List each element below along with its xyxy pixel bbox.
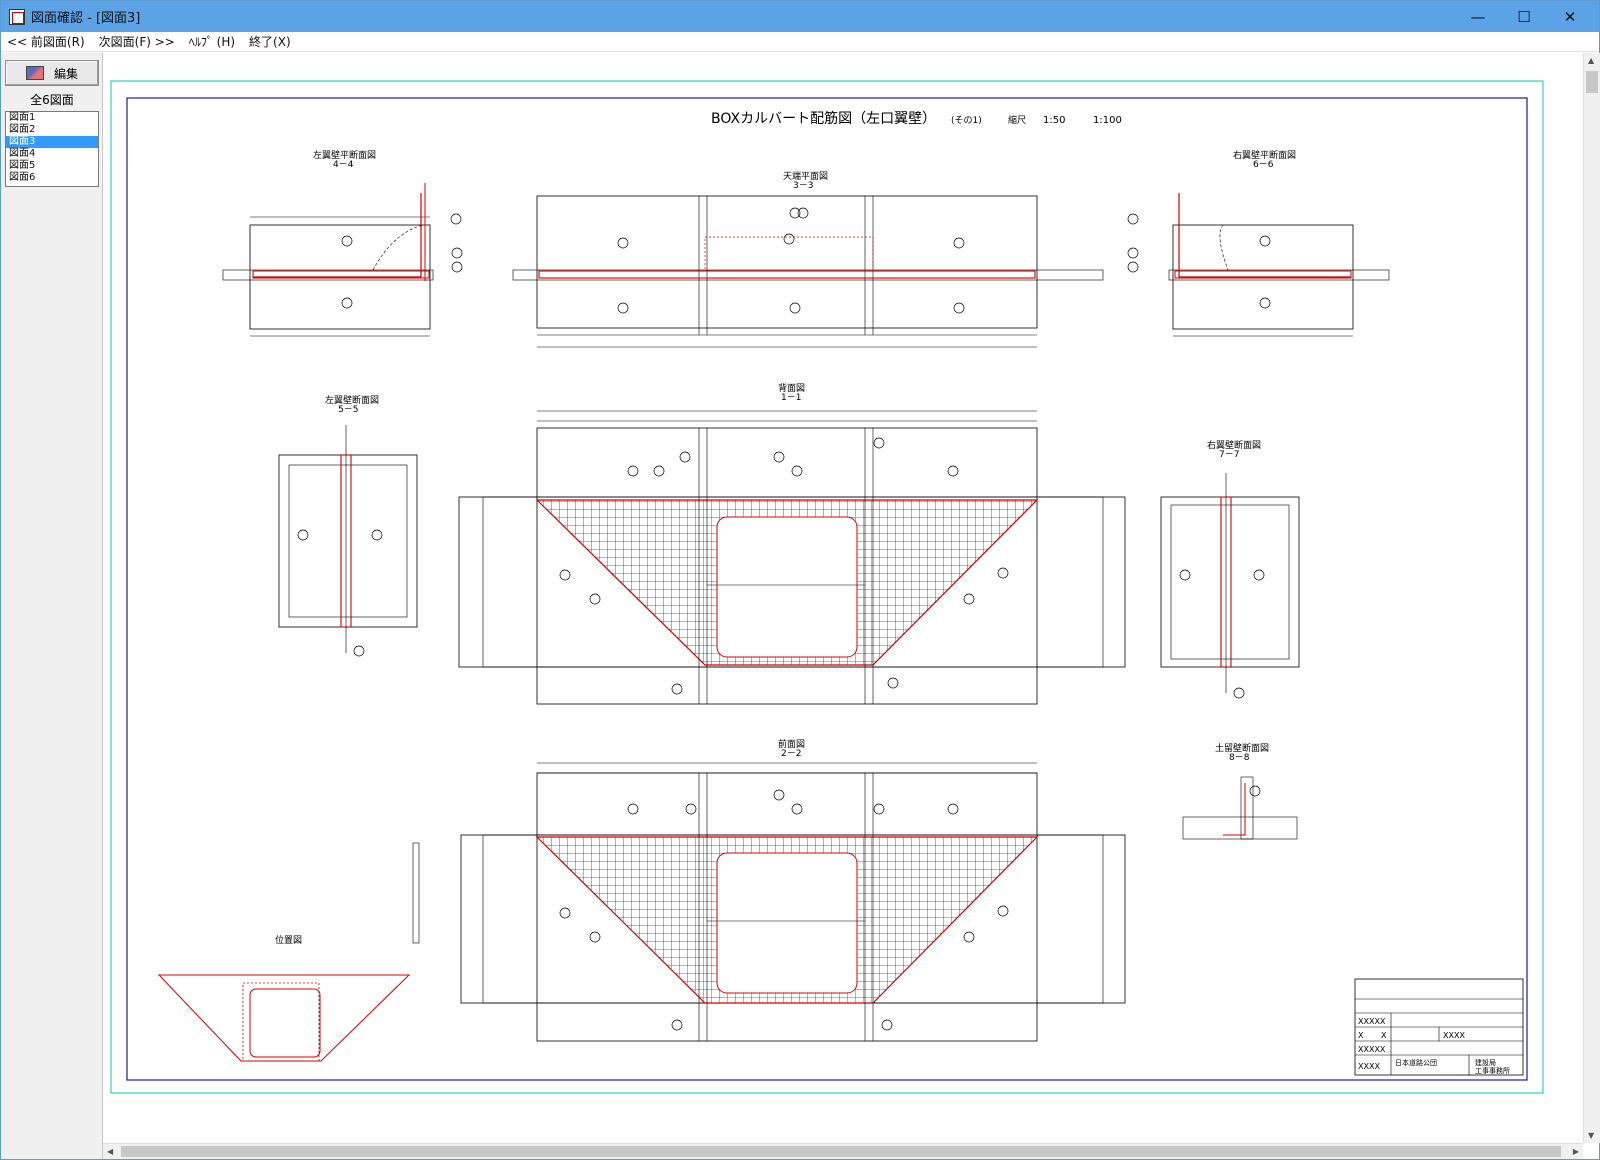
view-section: 3－3: [793, 181, 813, 191]
drawing-subtitle: (その1): [951, 115, 982, 126]
vertical-scrollbar[interactable]: ▲ ▼: [1583, 53, 1600, 1143]
drawing-title: BOXカルバート配筋図（左口翼壁）: [711, 110, 936, 127]
side-strip: [412, 842, 420, 944]
titleblock-text: 日本道路公団: [1395, 1058, 1437, 1067]
top-slab-plan-view: 天端平面図 3－3: [512, 170, 1104, 348]
left-wing-plan-view: 左翼壁平断面図 4－4: [222, 149, 463, 337]
horizontal-scrollbar[interactable]: ◀ ▶: [103, 1143, 1583, 1159]
front-view: 前面図 2－2: [460, 738, 1126, 1042]
horizontal-scroll-thumb[interactable]: [121, 1146, 1561, 1157]
list-item-selected[interactable]: 図面3: [6, 136, 98, 148]
title-block: XXXXX X X XXXX XXXXX XXXX 日本道路公団 建設局 工事事…: [1354, 978, 1524, 1076]
titleblock-text: XXXXX: [1358, 1017, 1386, 1026]
titleblock-text: 建設局: [1475, 1058, 1496, 1067]
edit-icon: [25, 66, 44, 80]
edit-button[interactable]: 編集: [5, 60, 99, 86]
view-section: 1－1: [781, 393, 801, 403]
close-button[interactable]: ✕: [1547, 1, 1593, 32]
view-section: 7－7: [1219, 450, 1239, 460]
view-section: 6－6: [1253, 160, 1274, 170]
scroll-left-icon[interactable]: ◀: [107, 1147, 113, 1156]
left-wing-section-view: 左翼壁断面図 5－5: [278, 394, 418, 657]
right-wing-plan-view: 右翼壁平断面図 6－6: [1127, 149, 1390, 337]
list-item[interactable]: 図面1: [6, 112, 98, 124]
edit-button-label: 編集: [53, 66, 78, 81]
menu-bar: << 前図面(R) 次図面(F) >> ﾍﾙﾌﾟ (H) 終了(X): [1, 32, 1599, 52]
titleblock-text: X: [1381, 1031, 1387, 1040]
parapet-section-view: 土留壁断面図 8－8: [1182, 742, 1298, 840]
view-section: 8－8: [1229, 753, 1250, 763]
titleblock-text: 工事事務所: [1475, 1066, 1510, 1075]
drawing-svg: BOXカルバート配筋図（左口翼壁） (その1) 縮尺 1:50 1:100 左翼…: [110, 80, 1544, 1094]
view-section: 5－5: [338, 405, 358, 415]
list-item[interactable]: 図面5: [6, 160, 98, 172]
scale-2: 1:100: [1093, 115, 1122, 126]
location-plan-view: 位置図: [157, 934, 411, 1062]
drawing-canvas[interactable]: BOXカルバート配筋図（左口翼壁） (その1) 縮尺 1:50 1:100 左翼…: [103, 53, 1583, 1143]
title-bar[interactable]: 図面確認 - [図面3] — ☐ ✕: [1, 1, 1599, 32]
app-icon: [9, 8, 25, 25]
minimize-button[interactable]: —: [1455, 1, 1501, 32]
scale-label: 縮尺: [1008, 114, 1026, 126]
back-view: 背面図 1－1: [458, 382, 1126, 705]
list-item[interactable]: 図面6: [6, 172, 98, 184]
window-title: 図面確認 - [図面3]: [31, 11, 141, 26]
menu-next-drawing[interactable]: 次図面(F) >>: [99, 33, 175, 50]
maximize-button[interactable]: ☐: [1501, 1, 1547, 32]
drawing-list-panel: 編集 全6図面 図面1 図面2 図面3 図面4 図面5 図面6: [1, 53, 103, 1159]
titleblock-text: XXXXX: [1358, 1045, 1386, 1054]
menu-help[interactable]: ﾍﾙﾌﾟ (H): [189, 33, 235, 50]
drawing-listbox[interactable]: 図面1 図面2 図面3 図面4 図面5 図面6: [5, 111, 99, 187]
list-item[interactable]: 図面4: [6, 148, 98, 160]
drawing-count: 全6図面: [30, 93, 74, 107]
right-wing-section-view: 右翼壁断面図 7－7: [1160, 439, 1300, 699]
scroll-right-icon[interactable]: ▶: [1573, 1147, 1579, 1156]
titleblock-text: XXXX: [1443, 1031, 1465, 1040]
vertical-scroll-thumb[interactable]: [1586, 71, 1598, 93]
view-title: 位置図: [275, 934, 302, 946]
menu-prev-drawing[interactable]: << 前図面(R): [7, 33, 85, 50]
view-section: 4－4: [333, 160, 354, 170]
app-window: 図面確認 - [図面3] — ☐ ✕ << 前図面(R) 次図面(F) >> ﾍ…: [0, 0, 1600, 1160]
view-section: 2－2: [781, 749, 801, 759]
menu-exit[interactable]: 終了(X): [249, 33, 291, 50]
scroll-down-icon[interactable]: ▼: [1588, 1131, 1594, 1140]
list-item[interactable]: 図面2: [6, 124, 98, 136]
scale-1: 1:50: [1043, 115, 1065, 126]
scroll-up-icon[interactable]: ▲: [1588, 56, 1594, 65]
titleblock-text: X: [1358, 1031, 1364, 1040]
titleblock-text: XXXX: [1358, 1062, 1380, 1071]
